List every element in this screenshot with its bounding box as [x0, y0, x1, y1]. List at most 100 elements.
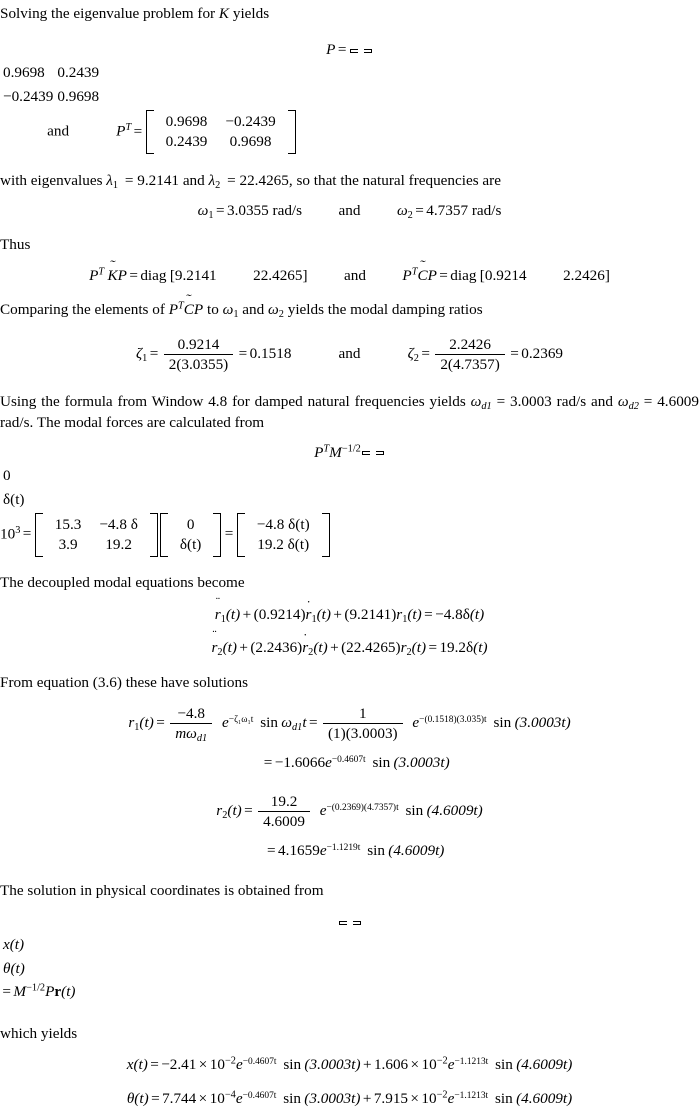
- equation-P-matrices: P =: [0, 40, 699, 60]
- vector-force-input: [361, 451, 384, 456]
- sol-r2-line2-equals: =: [267, 842, 276, 860]
- zeta1-fraction: 0.9214 2(3.0355): [163, 336, 234, 373]
- sin-label-7: sin: [495, 1056, 513, 1074]
- intro-text-post: yields: [229, 5, 270, 22]
- PT-C-P-lhs-P: P: [402, 267, 412, 285]
- double-dot-accent: ¨: [215, 594, 220, 609]
- final-theta-plus: +: [362, 1089, 372, 1107]
- sol-r2-fraction: 19.2 4.6009: [258, 793, 310, 830]
- equation-modal-2: ¨ r2(t) + (2.2436) · r2(t) + (22.4265)r2(t) = 19.…: [211, 628, 488, 658]
- final-x-plus: +: [362, 1056, 372, 1074]
- omega-d2-subscript: d2: [628, 401, 639, 413]
- conjunction-and: and: [47, 122, 70, 140]
- window-part1: Using the formula from Window 4.8 for da…: [0, 393, 471, 411]
- equation-diagonalization: PT ˜ KP = diag [9.2141 22.4265] and PT ˜ CP = diag [0…: [0, 258, 699, 286]
- matrix-PT-cell-0-0: 0.9698: [165, 113, 208, 131]
- equation-damping-ratios: ζ1 = 0.9214 2(3.0355) = 0.1518 and ζ2 = 2.2426 2(4…: [0, 336, 699, 373]
- final-theta-e-exp-1: −0.4607t: [242, 1090, 277, 1101]
- vector-force-cell-1: δ(t): [3, 490, 25, 508]
- omega1-equals: =: [215, 202, 225, 220]
- sin-label-6: sin: [283, 1056, 302, 1074]
- modal-force-equals-1: =: [22, 525, 32, 543]
- sol-r2-line2-exponent: −1.1219t: [326, 842, 361, 853]
- final-theta-coef-2: 7.915: [373, 1089, 408, 1107]
- vector-result-cell-1: 19.2 δ(t): [257, 535, 310, 553]
- omega-conjunction: and: [338, 202, 361, 220]
- eigenvalues-paragraph: with eigenvalues λ1 = 9.2141 and λ2 = 22.4…: [0, 171, 699, 191]
- final-theta-times-1: ×: [198, 1089, 208, 1107]
- modal-force-M-exponent: −1/2: [341, 442, 361, 454]
- zeta2-numerator: 2.2426: [449, 336, 491, 354]
- sol-r1-sin-omega-sub: d1: [292, 721, 303, 733]
- final-x-e-exp-2: −1.1213t: [454, 1057, 489, 1068]
- zeta2-equals-2: =: [510, 345, 519, 363]
- sin-label-5: sin: [367, 842, 385, 860]
- comparing-P: P: [168, 301, 178, 319]
- zeta1-numerator: 0.9214: [177, 336, 220, 354]
- sol-r1-line2-sin-arg: (3.0003t): [393, 753, 450, 771]
- sol-r2-frac-den: 4.6009: [258, 811, 310, 830]
- k-tilde-symbol: ˜ K: [219, 0, 229, 24]
- exp-e-9: e: [447, 1089, 455, 1107]
- modal-2-damp-coef: 2.2436: [255, 638, 298, 656]
- sol-r1-mass-symbol: m: [175, 724, 187, 742]
- exp-e-3: e: [325, 753, 332, 771]
- matrix-transform: 15.3 −4.8 δ 3.9 19.2: [34, 512, 158, 557]
- zeta1-equals-2: =: [238, 345, 248, 363]
- diag-bracket-close-2: ]: [604, 267, 610, 285]
- final-theta-power-exp-1: −4: [224, 1088, 236, 1100]
- equation-natural-frequencies: ω1 = 3.0355 rad/s and ω2 = 4.7357 rad/s: [0, 201, 699, 221]
- matrix-P-cell-0-0: 0.9698: [3, 64, 45, 82]
- equals-sign-2: =: [133, 122, 143, 140]
- equals-sign: =: [337, 41, 347, 59]
- vector-physical-cell-0: x(t): [3, 936, 25, 954]
- final-theta-symbol: θ: [126, 1089, 135, 1107]
- equation-final-x: x(t) = −2.41 × 10−2e−0.4607t sin (3.0003t) +1.6…: [0, 1055, 699, 1075]
- equation-modal-1: ¨ r1(t) + (0.9214) · r1(t) + (9.2141)r1(t) = −4.8…: [214, 594, 485, 625]
- zeta1-denominator: 2(3.0355): [163, 354, 234, 373]
- equation-solution-r1-simplified: = −1.6066e−0.4607t sin (3.0003t): [0, 753, 699, 773]
- sol-r1-omega-subscript: d1: [196, 732, 208, 744]
- modal-2-rhs-coef: 19.2: [439, 638, 467, 656]
- sol-r2-line2-sin-arg: (4.6009t): [388, 842, 445, 860]
- intro-paragraph: Solving the eigenvalue problem for ˜ K yi…: [0, 0, 699, 24]
- final-x-sin-1: (3.0003t): [304, 1056, 361, 1074]
- sol-r1-line2-exponent: −0.4607t: [331, 754, 366, 765]
- sol-r1-exponent-1: −ζ₁ω₁t: [228, 714, 254, 725]
- zeta2-fraction: 2.2426 2(4.7357): [435, 336, 505, 373]
- zeta1-equals: =: [149, 345, 159, 363]
- comparing-pre: Comparing the elements of: [0, 301, 169, 319]
- exp-e-8: e: [235, 1089, 243, 1107]
- final-x-coef-2: 1.606: [373, 1056, 409, 1074]
- sol-r2-frac-num: 19.2: [270, 793, 298, 810]
- modal-1-stiff-coef: 9.2141: [349, 605, 392, 623]
- omega1-subscript: 1: [208, 210, 214, 222]
- final-x-lhs: x(t): [126, 1056, 148, 1074]
- which-yields-heading: which yields: [0, 1025, 78, 1043]
- omega-d2-symbol: ω: [617, 393, 629, 411]
- comparing-post: yields the modal damping ratios: [283, 301, 483, 319]
- document-page: Solving the eigenvalue problem for ˜ K yi…: [0, 0, 699, 1107]
- final-theta-power-exp-2: −2: [436, 1088, 448, 1100]
- zeta-conjunction: and: [338, 345, 361, 363]
- modal-1-delta: δ: [462, 605, 470, 623]
- r1-double-dot: ¨ r: [215, 596, 221, 625]
- exp-e-6: e: [235, 1056, 243, 1074]
- matrix-P-cell-0-1: 0.2439: [57, 64, 100, 82]
- omega2-equals: =: [415, 202, 424, 220]
- equation-solution-r1: r1(t) = −4.8 mωd1 e−ζ₁ω₁t sin ωd1t = 1 (1)(3.0003…: [128, 704, 571, 744]
- sol-r1-sin-arg-2: (3.0003t): [514, 713, 571, 731]
- matrix-PT-cell-1-1: 0.9698: [229, 133, 272, 151]
- omega1-symbol: ω: [197, 202, 209, 220]
- modal-force-M: M: [329, 443, 342, 461]
- vector-physical-cell-1: θ(t): [3, 960, 25, 978]
- sin-label-8: sin: [283, 1089, 301, 1107]
- vector-result: −4.8 δ(t) 19.2 δ(t): [236, 512, 330, 557]
- physical-coordinates-heading: The solution in physical coordinates is …: [0, 882, 324, 900]
- matrix-P-cell-1-1: 0.9698: [57, 88, 100, 106]
- single-dot-accent-2: ·: [303, 628, 308, 643]
- r1-dot: · r: [305, 594, 312, 623]
- vector-physical: [338, 920, 361, 925]
- final-x-equals: =: [150, 1056, 159, 1074]
- window-part2: = 3.0003 rad/s and: [491, 393, 618, 411]
